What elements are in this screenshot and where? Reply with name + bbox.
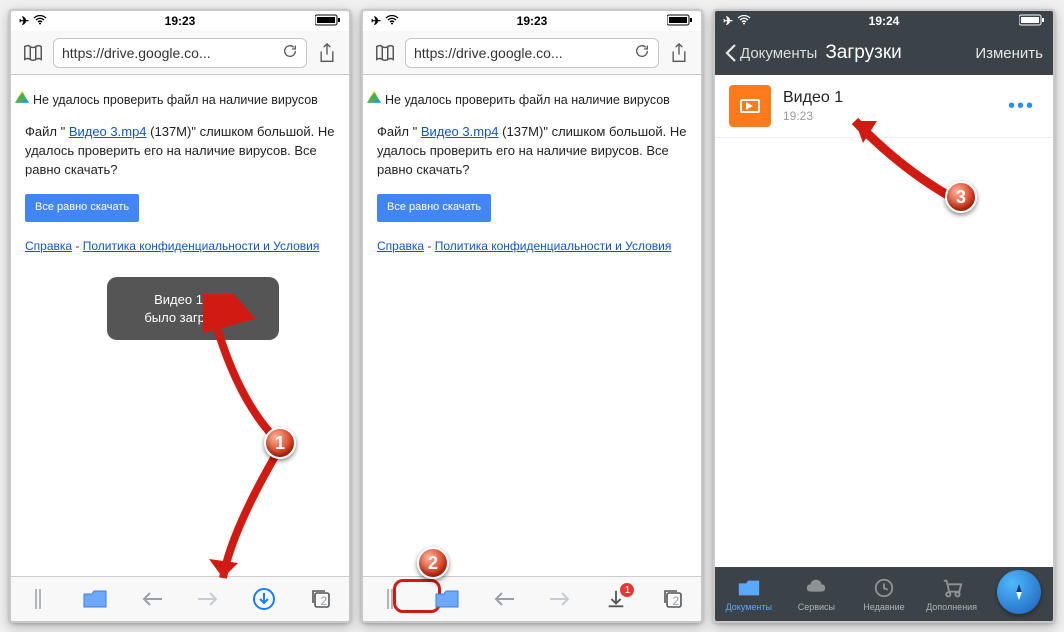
tab-services[interactable]: Сервисы (786, 577, 846, 612)
drive-footer: Справка - Политика конфиденциальности и … (377, 238, 687, 255)
file-link[interactable]: Видео 3.mp4 (421, 124, 499, 139)
battery-icon (1019, 14, 1045, 29)
download-anyway-button[interactable]: Все равно скачать (377, 194, 491, 222)
downloads-button[interactable] (244, 579, 284, 619)
status-bar: ✈ 19:24 (715, 11, 1053, 31)
documents-tabbar: Документы Сервисы Недавние Дополнения (715, 567, 1053, 621)
share-icon[interactable] (313, 39, 341, 67)
file-row[interactable]: Видео 1 19:23 ••• (715, 75, 1053, 138)
drive-logo-icon (15, 91, 29, 105)
tabs-button[interactable]: 2 (301, 579, 341, 619)
file-list: Видео 1 19:23 ••• (715, 75, 1053, 567)
edit-button[interactable]: Изменить (975, 45, 1043, 62)
tab-documents[interactable]: Документы (719, 577, 779, 612)
step-marker-1: 1 (264, 427, 296, 459)
back-button[interactable]: Документы (725, 44, 817, 62)
url-bar[interactable]: https://drive.google.co... (53, 38, 307, 68)
phone-screenshot-3: ✈ 19:24 Документы Загрузки Изменить Виде… (713, 9, 1055, 623)
virus-warning-heading: Не удалось проверить файл на наличие вир… (33, 91, 318, 109)
download-complete-toast: Видео 1.mp4 было загружено (107, 277, 279, 340)
warning-body: Файл " Видео 3.mp4 (137M)" слишком больш… (25, 123, 335, 180)
back-button[interactable] (132, 579, 172, 619)
compass-icon (997, 570, 1041, 614)
files-folder-button[interactable] (427, 579, 467, 619)
back-button[interactable] (484, 579, 524, 619)
help-link[interactable]: Справка (25, 239, 72, 253)
toast-status: было загружено (117, 309, 269, 327)
help-link[interactable]: Справка (377, 239, 424, 253)
airplane-mode-icon: ✈ (723, 14, 733, 28)
drive-footer: Справка - Политика конфиденциальности и … (25, 238, 335, 255)
tab-recent[interactable]: Недавние (854, 577, 914, 612)
wifi-icon (33, 14, 47, 28)
url-text: https://drive.google.co... (62, 45, 276, 61)
tabs-button[interactable]: 2 (653, 579, 693, 619)
file-link[interactable]: Видео 3.mp4 (69, 124, 147, 139)
virus-warning-heading: Не удалось проверить файл на наличие вир… (385, 91, 670, 109)
browser-navbar: https://drive.google.co... (363, 31, 701, 75)
browser-toolbar: 1 2 (363, 576, 701, 621)
download-badge: 1 (620, 583, 634, 597)
documents-header: Документы Загрузки Изменить (715, 31, 1053, 75)
wifi-icon (385, 14, 399, 28)
forward-button[interactable] (540, 579, 580, 619)
airplane-mode-icon: ✈ (371, 14, 381, 28)
reader-icon[interactable] (371, 39, 399, 67)
sidebar-toggle-button[interactable] (371, 579, 411, 619)
back-label: Документы (740, 45, 817, 62)
download-anyway-button[interactable]: Все равно скачать (25, 194, 139, 222)
url-text: https://drive.google.co... (414, 45, 628, 61)
step-marker-2: 2 (417, 547, 449, 579)
reader-icon[interactable] (19, 39, 47, 67)
file-more-button[interactable]: ••• (1004, 95, 1039, 118)
phone-screenshot-1: ✈ 19:23 https://drive.google.co... (9, 9, 351, 623)
warning-body: Файл " Видео 3.mp4 (137M)" слишком больш… (377, 123, 687, 180)
step-marker-3: 3 (945, 181, 977, 213)
tabs-count: 2 (662, 588, 684, 610)
file-name: Видео 1 (783, 89, 992, 107)
files-folder-button[interactable] (75, 579, 115, 619)
battery-icon (315, 14, 341, 29)
status-time: 19:24 (869, 14, 900, 28)
status-bar: ✈ 19:23 (363, 11, 701, 31)
forward-button[interactable] (188, 579, 228, 619)
url-bar[interactable]: https://drive.google.co... (405, 38, 659, 68)
policy-link[interactable]: Политика конфиденциальности и Условия (435, 239, 672, 253)
page-title: Загрузки (825, 42, 969, 64)
browser-navbar: https://drive.google.co... (11, 31, 349, 75)
status-bar: ✈ 19:23 (11, 11, 349, 31)
phone-screenshot-2: ✈ 19:23 https://drive.google.co... (361, 9, 703, 623)
web-content: Не удалось проверить файл на наличие вир… (363, 75, 701, 576)
video-file-icon (729, 85, 771, 127)
sidebar-toggle-button[interactable] (19, 579, 59, 619)
status-time: 19:23 (165, 14, 196, 28)
battery-icon (667, 14, 693, 29)
toast-filename: Видео 1.mp4 (117, 291, 269, 309)
tab-addons[interactable]: Дополнения (922, 577, 982, 612)
reload-icon[interactable] (282, 43, 298, 62)
wifi-icon (737, 14, 751, 28)
tab-browser[interactable] (989, 574, 1049, 614)
downloads-button[interactable]: 1 (596, 579, 636, 619)
airplane-mode-icon: ✈ (19, 14, 29, 28)
reload-icon[interactable] (634, 43, 650, 62)
drive-logo-icon (367, 91, 381, 105)
share-icon[interactable] (665, 39, 693, 67)
policy-link[interactable]: Политика конфиденциальности и Условия (83, 239, 320, 253)
status-time: 19:23 (517, 14, 548, 28)
file-time: 19:23 (783, 109, 992, 123)
tabs-count: 2 (310, 588, 332, 610)
browser-toolbar: 2 (11, 576, 349, 621)
